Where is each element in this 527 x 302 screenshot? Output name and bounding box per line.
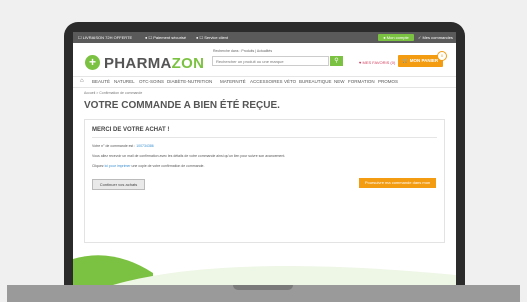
cart-count-badge: 0 [437, 51, 447, 61]
cart-icon: 🛒 [402, 58, 409, 63]
nav-item-otc-soins[interactable]: OTC-SOINS [139, 79, 164, 84]
continue-shopping-button[interactable]: Continuer vos achats [92, 179, 145, 190]
search-icon: ⚲ [334, 58, 339, 64]
shipping-info: ☐ LIVRAISON 72H OFFERTE [78, 35, 133, 40]
order-number: 100734386 [136, 144, 154, 148]
main-nav: ⌂ BEAUTÉ NATUREL OTC-SOINS DIABÈTE-NUTRI… [73, 76, 456, 88]
nav-item-bureautique[interactable]: BUREAUTIQUE [299, 79, 332, 84]
order-number-line: Votre n° de commande est : 100734386 [92, 144, 154, 148]
home-icon[interactable]: ⌂ [80, 78, 84, 84]
divider [92, 137, 437, 138]
nav-item-new[interactable]: NEW [334, 79, 345, 84]
laptop-notch [233, 285, 293, 290]
print-line: Cliquez ici pour imprimer une copie de v… [92, 164, 205, 168]
page-title: VOTRE COMMANDE A BIEN ÉTÉ REÇUE. [84, 100, 280, 111]
green-swoosh-decoration [73, 255, 456, 285]
order-confirmation-card: MERCI DE VOTRE ACHAT ! Votre n° de comma… [84, 119, 445, 243]
top-bar: ☐ LIVRAISON 72H OFFERTE ● ☐ Paiement séc… [73, 32, 456, 43]
laptop-frame: ☐ LIVRAISON 72H OFFERTE ● ☐ Paiement séc… [64, 22, 465, 288]
user-icon: ● [383, 35, 386, 40]
nav-item-maternite[interactable]: MATERNITÉ [220, 79, 246, 84]
cross-logo-icon[interactable]: + [85, 55, 100, 70]
email-info-text: Vous allez recevoir un mail de confirmat… [92, 154, 286, 158]
search-scope-label: Recherche dans : Produits | Actualités [213, 49, 273, 53]
nav-item-accessoires[interactable]: ACCESSOIRES [250, 79, 283, 84]
nav-item-formation[interactable]: FORMATION [348, 79, 375, 84]
nav-item-veto[interactable]: VÉTO [284, 79, 296, 84]
nav-item-promos[interactable]: PROMOS [378, 79, 398, 84]
search-button[interactable]: ⚲ [330, 56, 343, 66]
secure-payment[interactable]: ● ☐ Paiement sécurisé [145, 35, 186, 40]
nav-item-diabete-nutrition[interactable]: DIABÈTE-NUTRITION [167, 79, 212, 84]
nav-item-beaute[interactable]: BEAUTÉ [92, 79, 110, 84]
customer-service[interactable]: ● ☐ Service client [196, 35, 228, 40]
heart-icon: ♥ [359, 60, 362, 65]
browser-screen: ☐ LIVRAISON 72H OFFERTE ● ☐ Paiement séc… [73, 32, 456, 285]
card-title: MERCI DE VOTRE ACHAT ! [92, 127, 170, 133]
follow-order-button[interactable]: Poursuivre ma commande dans mon compte [359, 178, 436, 195]
my-orders-link[interactable]: ✓ Mes commandes [418, 35, 453, 40]
favorites-link[interactable]: ♥ MES FAVORIS (0) [359, 60, 395, 65]
my-account-button[interactable]: ● Mon compte [378, 34, 414, 41]
nav-item-naturel[interactable]: NATUREL [114, 79, 135, 84]
site-logo[interactable]: PHARMAZON [104, 55, 204, 72]
search-input[interactable] [212, 56, 329, 66]
breadcrumb[interactable]: Accueil > Confirmation de commande [84, 91, 142, 95]
print-link[interactable]: ici pour imprimer [105, 164, 131, 168]
